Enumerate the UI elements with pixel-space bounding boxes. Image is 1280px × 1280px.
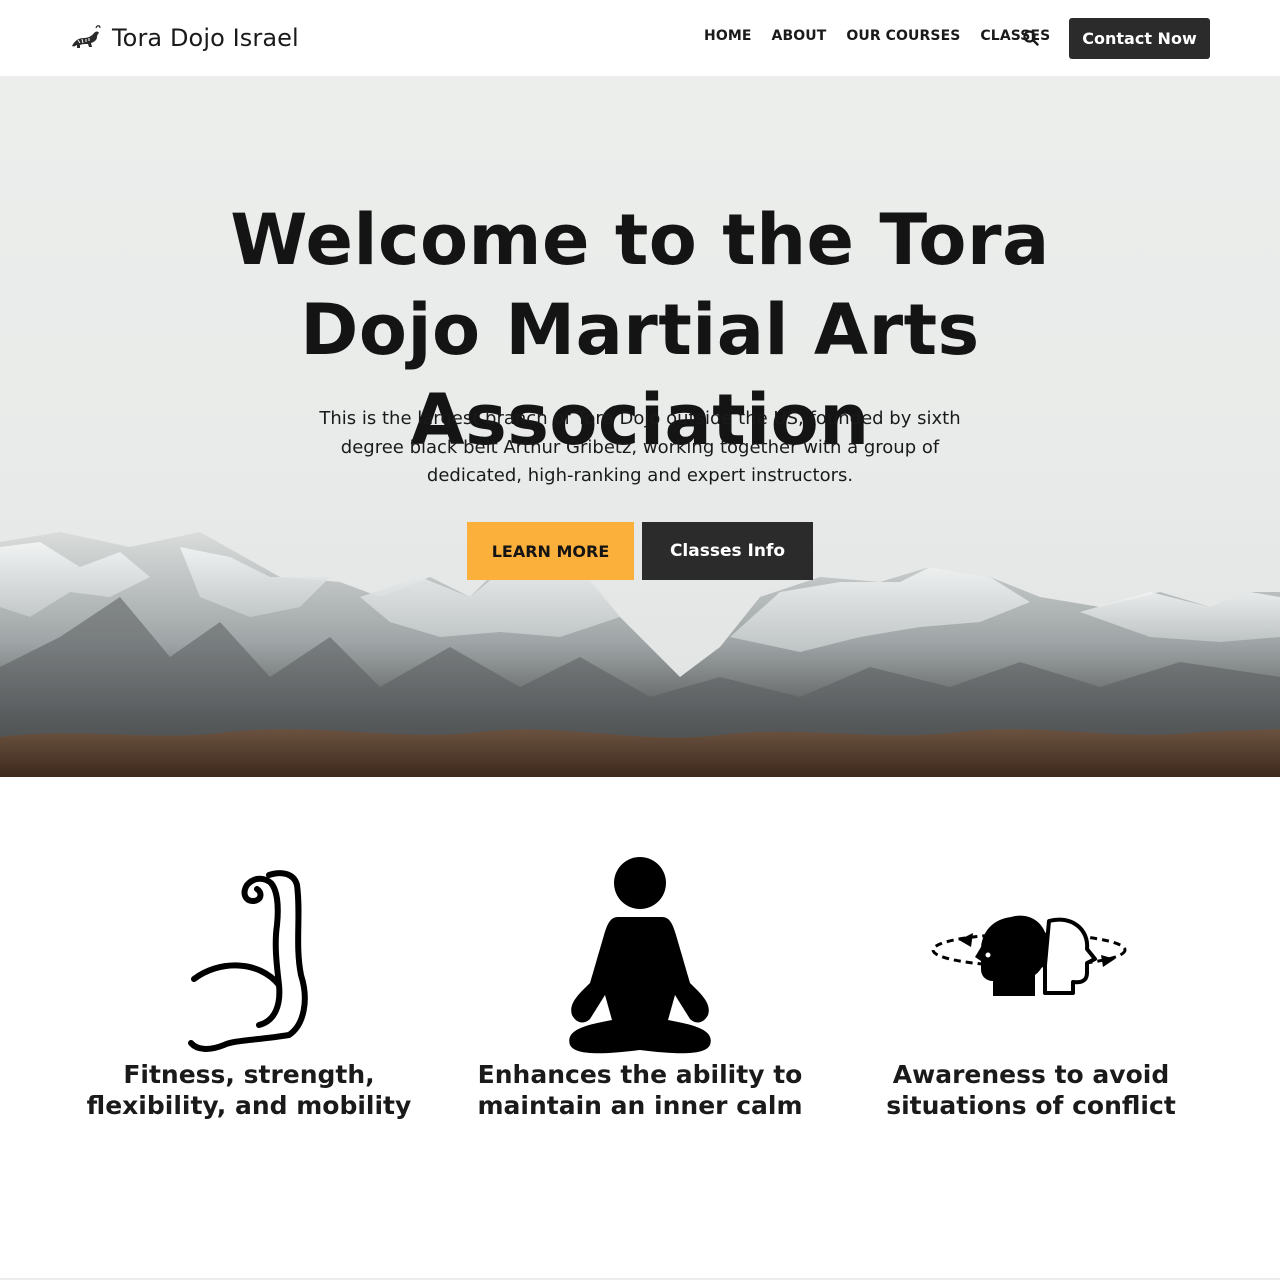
site-title: Tora Dojo Israel	[112, 24, 299, 52]
main-nav: HOME ABOUT OUR COURSES CLASSES	[704, 28, 1050, 44]
nav-home[interactable]: HOME	[704, 28, 752, 44]
meditation-icon	[569, 857, 711, 1054]
learn-more-button[interactable]: LEARN MORE	[467, 522, 634, 580]
nav-about[interactable]: ABOUT	[772, 28, 827, 44]
site-header: Tora Dojo Israel HOME ABOUT OUR COURSES …	[0, 0, 1280, 77]
site-logo[interactable]: Tora Dojo Israel	[70, 22, 299, 54]
feature-title: Enhances the ability to maintain an inne…	[477, 1060, 803, 1120]
feature-title: Awareness to avoid situations of conflic…	[886, 1060, 1176, 1120]
feature-title: Fitness, strength, flexibility, and mobi…	[86, 1060, 412, 1120]
feature-inner-calm: Enhances the ability to maintain an inne…	[450, 855, 830, 1121]
feature-fitness: Fitness, strength, flexibility, and mobi…	[59, 855, 439, 1121]
feature-awareness: Awareness to avoid situations of conflic…	[841, 855, 1221, 1121]
flexed-arm-icon	[188, 870, 308, 1052]
tiger-logo-icon	[72, 25, 101, 48]
hero-section: Welcome to the Tora Dojo Martial Arts As…	[0, 77, 1280, 777]
awareness-heads-icon	[931, 915, 1127, 996]
nav-our-courses[interactable]: OUR COURSES	[846, 28, 960, 44]
search-icon[interactable]	[1022, 29, 1040, 47]
classes-info-button[interactable]: Classes Info	[642, 522, 813, 580]
hero-description: This is the largest branch of Tora Dojo …	[319, 408, 961, 486]
contact-now-button[interactable]: Contact Now	[1069, 18, 1210, 59]
